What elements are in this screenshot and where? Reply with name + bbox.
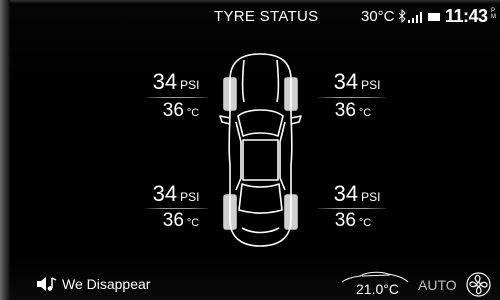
infotainment-screen: TYRE STATUS 30°C 11:43 PM 34 PSI 36 °C 34 P… bbox=[0, 0, 500, 300]
tyre-front-right-temp: 36 °C bbox=[334, 100, 372, 121]
tyre-rear-left: 34 PSI bbox=[141, 181, 211, 207]
clock-ampm: PM bbox=[491, 8, 496, 20]
tyre-divider bbox=[146, 97, 208, 98]
battery-icon bbox=[428, 13, 440, 21]
climate-auto-label[interactable]: AUTO bbox=[418, 277, 457, 293]
tyre-divider bbox=[318, 97, 386, 98]
status-bar: TYRE STATUS 30°C 11:43 PM bbox=[0, 6, 500, 28]
tyre-rear-right: 34 PSI bbox=[322, 181, 392, 207]
screen-bezel-left bbox=[0, 0, 10, 300]
cabin-temperature[interactable]: 21.0°C bbox=[356, 281, 399, 297]
car-top-view-icon bbox=[219, 53, 302, 247]
clock-time: 11:43 bbox=[445, 6, 488, 26]
tyre-rear-right-temp: 36 °C bbox=[334, 210, 372, 231]
screen-bezel-top bbox=[0, 0, 500, 4]
outside-temperature: 30°C bbox=[361, 8, 395, 25]
tyre-divider bbox=[318, 208, 386, 209]
bluetooth-icon bbox=[398, 9, 406, 23]
tyre-pressure: 34 PSI bbox=[333, 181, 381, 206]
tyre-front-left: 34 PSI bbox=[141, 69, 211, 95]
tyre-front-left-temp: 36 °C bbox=[162, 100, 200, 121]
signal-icon bbox=[408, 12, 422, 23]
tyre-front-right: 34 PSI bbox=[322, 69, 392, 95]
music-note-icon[interactable] bbox=[36, 276, 58, 292]
tyre-divider bbox=[146, 208, 208, 209]
track-name[interactable]: We Disappear bbox=[62, 276, 150, 292]
tyre-pressure: 34 PSI bbox=[333, 69, 381, 94]
tyre-rear-left-temp: 36 °C bbox=[162, 210, 200, 231]
page-title: TYRE STATUS bbox=[214, 8, 319, 25]
fan-icon[interactable] bbox=[466, 272, 491, 297]
tyre-pressure: 34 PSI bbox=[152, 69, 200, 94]
tyre-pressure: 34 PSI bbox=[152, 181, 200, 206]
